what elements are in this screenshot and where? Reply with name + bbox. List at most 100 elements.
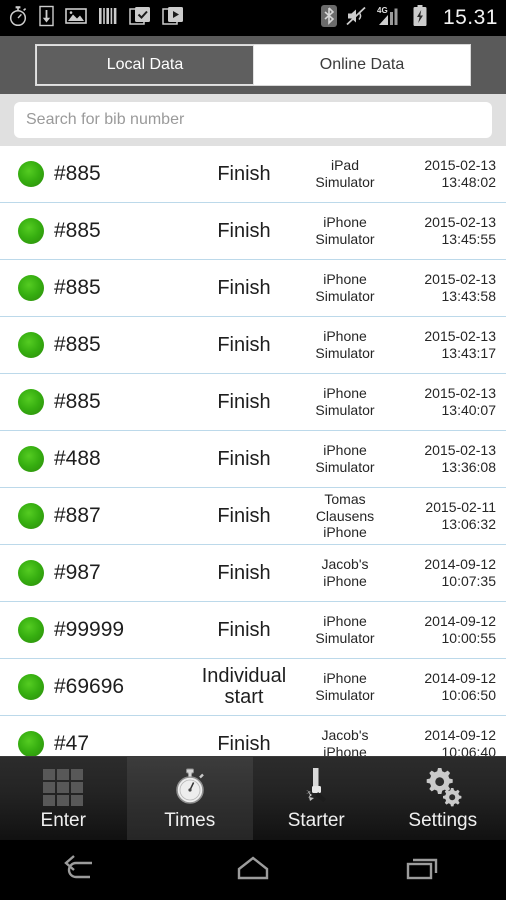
tab-local-data[interactable]: Local Data: [36, 45, 254, 85]
tab-starter-label: Starter: [287, 809, 345, 831]
status-dot-cell: [8, 617, 54, 643]
tab-settings[interactable]: Settings: [380, 757, 506, 840]
results-list[interactable]: #885 Finish iPad Simulator 2015-02-13 13:48:0…: [0, 146, 506, 756]
table-row[interactable]: #99999 Finish iPhone Simulator 2014-09-12 10:…: [0, 602, 506, 659]
row-timestamp: 2015-02-13 13:48:02: [386, 157, 496, 192]
download-icon: [38, 5, 55, 32]
row-type: Finish: [217, 447, 271, 470]
row-bib-number: #885: [54, 333, 101, 356]
status-dot-icon: [18, 275, 44, 301]
table-row[interactable]: #47 Finish Jacob's iPhone 2014-09-12 10:06:40: [0, 716, 506, 756]
grid-keypad-icon: [41, 766, 85, 808]
signal-4g-icon: 4G: [377, 5, 403, 32]
table-row[interactable]: #885 Finish iPhone Simulator 2015-02-13 13:43…: [0, 317, 506, 374]
home-button[interactable]: [205, 846, 301, 894]
status-dot-cell: [8, 446, 54, 472]
row-time: 13:36:08: [441, 459, 497, 475]
row-timestamp: 2014-09-12 10:00:55: [386, 613, 496, 648]
row-bib-number: #885: [54, 390, 101, 413]
row-device: Tomas Clausens iPhone: [315, 490, 375, 541]
row-date: 2015-02-13: [424, 327, 496, 344]
row-bib-number: #885: [54, 219, 101, 242]
row-bib-number: #885: [54, 276, 101, 299]
row-bib-number: #488: [54, 447, 101, 470]
row-timestamp: 2015-02-13 13:43:58: [386, 271, 496, 306]
recents-button[interactable]: [374, 846, 470, 894]
row-time: 10:06:50: [441, 687, 497, 703]
status-dot-icon: [18, 560, 44, 586]
row-timestamp: 2015-02-13 13:43:17: [386, 328, 496, 363]
row-date: 2015-02-13: [424, 213, 496, 230]
row-device: iPhone Simulator: [315, 328, 375, 361]
row-bib-number: #887: [54, 504, 101, 527]
row-device: iPhone Simulator: [315, 271, 375, 304]
status-bar-clock: 15.31: [442, 6, 498, 29]
row-device: iPad Simulator: [315, 157, 375, 190]
row-time: 10:07:35: [441, 573, 497, 589]
table-row[interactable]: #69696 Individual start iPhone Simulator 2014…: [0, 659, 506, 716]
table-row[interactable]: #885 Finish iPhone Simulator 2015-02-13 13:40…: [0, 374, 506, 431]
status-bar-left-icons: [8, 5, 185, 32]
status-dot-cell: [8, 503, 54, 529]
row-timestamp: 2015-02-13 13:45:55: [386, 214, 496, 249]
search-input[interactable]: [14, 102, 492, 138]
row-type: Finish: [217, 732, 271, 755]
volume-muted-icon: [346, 6, 368, 31]
status-dot-icon: [18, 503, 44, 529]
clipboard-check-icon: [129, 5, 152, 31]
status-dot-icon: [18, 731, 44, 756]
row-date: 2015-02-13: [424, 156, 496, 173]
row-date: 2014-09-12: [424, 612, 496, 629]
table-row[interactable]: #488 Finish iPhone Simulator 2015-02-13 13:36…: [0, 431, 506, 488]
row-date: 2015-02-13: [424, 270, 496, 287]
back-button[interactable]: [36, 846, 132, 894]
bottom-tab-bar: Enter Times Starter Settings: [0, 756, 506, 840]
status-dot-icon: [18, 446, 44, 472]
row-bib-number: #987: [54, 561, 101, 584]
status-dot-cell: [8, 731, 54, 756]
tab-starter[interactable]: Starter: [253, 757, 380, 840]
row-type: Individual start: [201, 665, 287, 708]
status-dot-cell: [8, 389, 54, 415]
row-time: 13:43:17: [441, 345, 497, 361]
table-row[interactable]: #887 Finish Tomas Clausens iPhone 2015-02-11 1…: [0, 488, 506, 545]
status-bar-right-icons: 4G 15.31: [320, 4, 498, 32]
row-time: 10:06:40: [441, 744, 497, 756]
tab-times[interactable]: Times: [126, 757, 253, 840]
status-dot-icon: [18, 389, 44, 415]
row-time: 10:00:55: [441, 630, 497, 646]
row-type: Finish: [217, 333, 271, 356]
row-type: Finish: [217, 561, 271, 584]
bluetooth-icon: [320, 4, 337, 32]
data-source-tabs: Local Data Online Data: [0, 36, 506, 94]
table-row[interactable]: #885 Finish iPad Simulator 2015-02-13 13:48:0…: [0, 146, 506, 203]
back-arrow-icon: [60, 852, 108, 889]
row-bib-number: #69696: [54, 675, 125, 698]
row-type: Finish: [217, 618, 271, 641]
tab-enter[interactable]: Enter: [0, 757, 127, 840]
row-type: Finish: [217, 219, 271, 242]
row-device: iPhone Simulator: [315, 385, 375, 418]
row-type: Finish: [217, 390, 271, 413]
gears-icon: [421, 766, 465, 808]
row-date: 2014-09-12: [424, 555, 496, 572]
status-dot-icon: [18, 218, 44, 244]
row-bib-number: #885: [54, 162, 101, 185]
row-date: 2015-02-13: [424, 441, 496, 458]
tab-online-data[interactable]: Online Data: [254, 45, 470, 85]
row-time: 13:06:32: [441, 516, 497, 532]
stopwatch-icon: [169, 766, 211, 808]
table-row[interactable]: #885 Finish iPhone Simulator 2015-02-13 13:43…: [0, 260, 506, 317]
tab-times-label: Times: [164, 809, 216, 831]
row-device: iPhone Simulator: [315, 613, 375, 646]
clipboard-play-icon: [162, 5, 185, 31]
row-timestamp: 2014-09-12 10:07:35: [386, 556, 496, 591]
table-row[interactable]: #885 Finish iPhone Simulator 2015-02-13 13:45…: [0, 203, 506, 260]
row-date: 2015-02-13: [424, 384, 496, 401]
row-timestamp: 2015-02-11 13:06:32: [386, 499, 496, 534]
row-type: Finish: [217, 276, 271, 299]
table-row[interactable]: #987 Finish Jacob's iPhone 2014-09-12 10:07:3…: [0, 545, 506, 602]
row-device: iPhone Simulator: [315, 214, 375, 247]
row-device: Jacob's iPhone: [321, 727, 369, 756]
android-nav-bar: [0, 840, 506, 900]
